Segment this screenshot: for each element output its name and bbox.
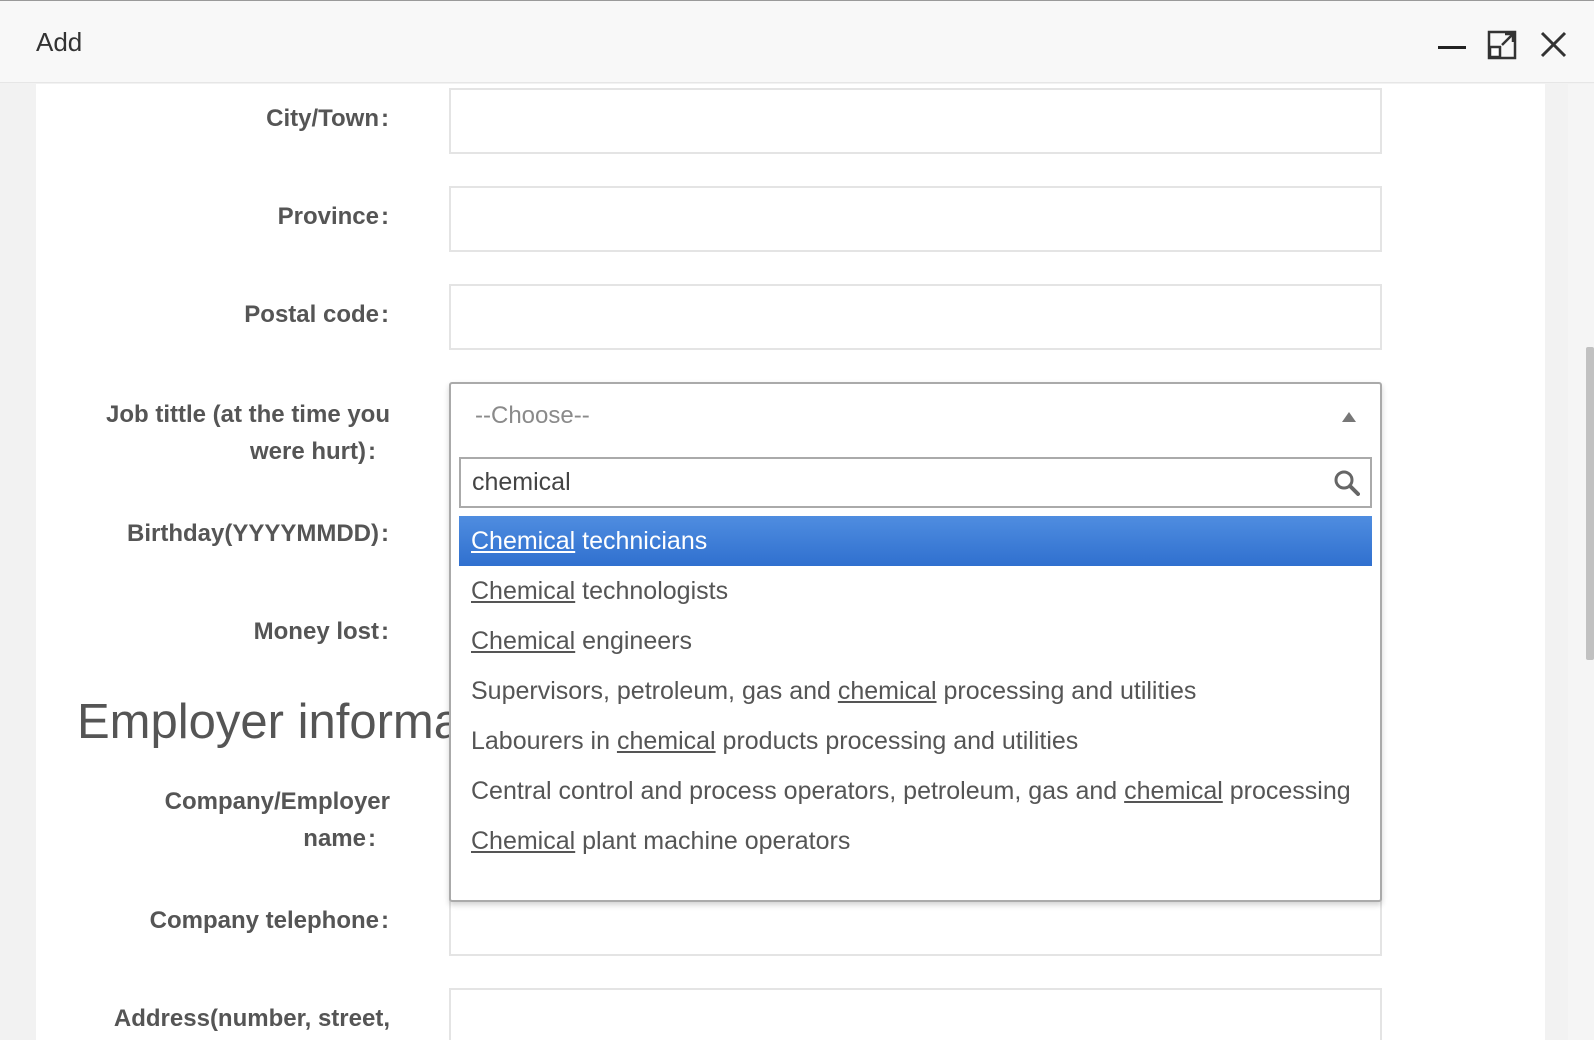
option-match-text: chemical	[837, 677, 937, 705]
option-text: processing and utilities	[936, 677, 1197, 705]
employer-section-heading: Employer informa	[77, 695, 461, 749]
option-text: technicians	[575, 527, 708, 555]
province-label: Province:	[277, 203, 389, 230]
option-match-text: Chemical	[471, 627, 576, 655]
address-field[interactable]	[449, 988, 1382, 1040]
select-option[interactable]: Supervisors, petroleum, gas and chemical…	[459, 666, 1372, 716]
select-option[interactable]: Chemical technologists	[459, 566, 1372, 616]
job-title-select[interactable]: --Choose-- Chemical techniciansChemical …	[449, 382, 1382, 902]
select-option[interactable]: Labourers in chemical products processin…	[459, 716, 1372, 766]
option-text: processing	[1222, 777, 1351, 805]
birthday-label: Birthday(YYYYMMDD):	[126, 520, 389, 547]
select-search-box[interactable]	[459, 457, 1372, 508]
select-option[interactable]: Chemical engineers	[459, 616, 1372, 666]
city-label: City/Town:	[266, 105, 389, 132]
option-text: technologists	[575, 577, 729, 605]
province-field[interactable]	[449, 186, 1382, 252]
company-name-label: Company/Employer name:	[164, 788, 390, 852]
select-option[interactable]: Chemical technicians	[459, 516, 1372, 566]
option-text: products processing and utilities	[715, 727, 1079, 755]
postal-code-field[interactable]	[449, 284, 1382, 350]
select-option[interactable]: Chemical plant machine operators	[459, 816, 1372, 866]
option-match-text: chemical	[1124, 777, 1223, 805]
option-match-text: Chemical	[471, 527, 576, 555]
window-title: Add	[36, 27, 83, 57]
city-field[interactable]	[449, 88, 1382, 154]
postal-code-label: Postal code:	[244, 301, 389, 328]
select-option[interactable]: Central control and process operators, p…	[459, 766, 1372, 816]
caret-up-icon[interactable]	[1342, 412, 1356, 422]
option-text: plant machine operators	[575, 827, 851, 855]
option-match-text: Chemical	[471, 827, 576, 855]
select-options-list: Chemical technicians Chemical technologis…	[459, 516, 1372, 866]
select-current-value[interactable]: --Choose--	[475, 402, 590, 430]
job-title-label: Job tittle (at the time you were hurt):	[105, 401, 390, 465]
maximize-icon[interactable]	[1487, 29, 1519, 61]
search-icon	[1334, 470, 1360, 501]
close-icon[interactable]	[1538, 29, 1570, 61]
option-text: Supervisors, petroleum, gas and	[471, 677, 838, 705]
option-text: engineers	[575, 627, 692, 655]
minimize-icon[interactable]	[1436, 29, 1468, 61]
option-match-text: Chemical	[471, 577, 576, 605]
option-text: Labourers in	[471, 727, 617, 755]
money-lost-label: Money lost:	[253, 618, 389, 645]
company-telephone-label: Company telephone:	[149, 907, 389, 934]
title-bar: Add	[0, 0, 1594, 83]
option-match-text: chemical	[616, 727, 716, 755]
select-search-input[interactable]	[461, 459, 1321, 506]
option-text: Central control and process operators, p…	[471, 777, 1125, 805]
address-label: Address(number, street,	[113, 1005, 390, 1032]
scrollbar-thumb[interactable]	[1586, 347, 1594, 660]
